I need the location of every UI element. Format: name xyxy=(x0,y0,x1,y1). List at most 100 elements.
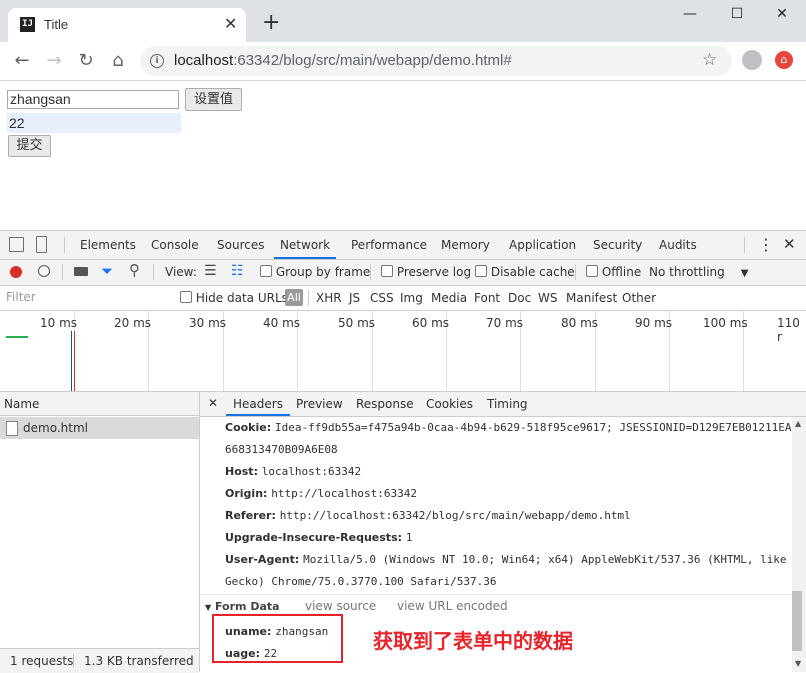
name-column-header[interactable]: Name xyxy=(0,392,199,416)
request-list: Name demo.html 1 requests 1.3 KB transfe… xyxy=(0,392,200,673)
timeline-tick-label: 70 ms xyxy=(486,316,524,330)
type-filter-font[interactable]: Font xyxy=(474,291,500,305)
request-waterfall-bar xyxy=(6,336,28,338)
tab-sources[interactable]: Sources xyxy=(217,231,264,259)
tab-title: Title xyxy=(44,17,69,32)
type-filter-media[interactable]: Media xyxy=(431,291,467,305)
transferred-size: 1.3 KB transferred xyxy=(84,654,194,668)
header-row-cookie: Cookie: Idea-ff9db55a=f475a94b-0caa-4b94… xyxy=(225,421,792,434)
info-icon[interactable]: i xyxy=(150,54,164,68)
type-filter-manifest[interactable]: Manifest xyxy=(566,291,617,305)
profile-avatar[interactable] xyxy=(742,50,762,70)
tab-cookies[interactable]: Cookies xyxy=(426,397,473,411)
view-url-encoded-link[interactable]: view URL encoded xyxy=(397,599,508,613)
extension-icon[interactable]: ⌂ xyxy=(775,51,793,69)
minimize-button[interactable]: — xyxy=(670,6,710,28)
intellij-favicon-icon: IJ xyxy=(20,17,35,32)
scroll-up-icon[interactable]: ▲ xyxy=(795,419,801,428)
home-icon[interactable]: ⌂ xyxy=(106,50,130,72)
tab-application[interactable]: Application xyxy=(509,231,576,259)
record-icon[interactable] xyxy=(10,266,22,278)
uage-input[interactable]: 22 xyxy=(7,113,181,133)
document-file-icon xyxy=(6,421,18,436)
view-source-link[interactable]: view source xyxy=(305,599,376,613)
waterfall-icon[interactable]: ☷ xyxy=(231,263,244,279)
throttling-select[interactable]: No throttling ▼ xyxy=(649,265,748,279)
tab-timing[interactable]: Timing xyxy=(487,397,528,411)
timeline-tick-label: 20 ms xyxy=(114,316,152,330)
header-row-referer: Referer: http://localhost:63342/blog/src… xyxy=(225,509,631,522)
type-filter-js[interactable]: JS xyxy=(349,291,360,305)
offline-checkbox[interactable]: Offline xyxy=(586,265,641,279)
type-filter-xhr[interactable]: XHR xyxy=(316,291,342,305)
filter-funnel-icon[interactable]: ⏷ xyxy=(101,262,113,280)
group-by-frame-checkbox[interactable]: Group by frame xyxy=(260,265,370,279)
request-row[interactable]: demo.html xyxy=(0,417,199,439)
timeline-tick-label: 30 ms xyxy=(189,316,227,330)
type-filter-css[interactable]: CSS xyxy=(370,291,394,305)
timeline-tick-label: 10 ms xyxy=(40,316,78,330)
tab-headers[interactable]: Headers xyxy=(226,392,290,416)
hide-data-urls-checkbox[interactable]: Hide data URLs xyxy=(180,291,288,305)
header-row-user-agent-continued: Gecko) Chrome/75.0.3770.100 Safari/537.3… xyxy=(225,575,497,588)
type-filter-img[interactable]: Img xyxy=(400,291,423,305)
address-bar[interactable]: i localhost:63342/blog/src/main/webapp/d… xyxy=(140,46,732,76)
tab-response[interactable]: Response xyxy=(356,397,414,411)
close-window-button[interactable]: ✕ xyxy=(762,6,802,28)
preserve-log-checkbox[interactable]: Preserve log xyxy=(381,265,471,279)
large-rows-icon[interactable]: ☰ xyxy=(204,263,217,279)
section-divider xyxy=(200,594,792,595)
close-details-icon[interactable]: ✕ xyxy=(208,396,218,410)
network-timeline[interactable]: 10 ms 20 ms 30 ms 40 ms 50 ms 60 ms 70 m… xyxy=(0,311,806,392)
tab-security[interactable]: Security xyxy=(593,231,642,259)
url-text[interactable]: localhost:63342/blog/src/main/webapp/dem… xyxy=(174,52,512,69)
maximize-button[interactable]: ☐ xyxy=(717,6,757,28)
annotation-text: 获取到了表单中的数据 xyxy=(373,629,573,653)
tab-elements[interactable]: Elements xyxy=(80,231,136,259)
network-toolbar: ⏷ ⚲ View: ☰ ☷ Group by frame Preserve lo… xyxy=(0,260,806,286)
load-event-line xyxy=(74,331,75,391)
scroll-down-icon[interactable]: ▼ xyxy=(795,659,801,668)
type-filter-ws[interactable]: WS xyxy=(538,291,557,305)
url-host: localhost xyxy=(174,52,234,69)
type-filter-other[interactable]: Other xyxy=(622,291,656,305)
tab-preview[interactable]: Preview xyxy=(296,397,343,411)
submit-button[interactable]: 提交 xyxy=(8,135,51,157)
screenshot-camera-icon[interactable] xyxy=(74,267,88,276)
type-filter-all[interactable]: All xyxy=(285,289,303,306)
header-row-host: Host: localhost:63342 xyxy=(225,465,362,478)
reload-icon[interactable]: ↻ xyxy=(74,50,98,72)
bookmark-star-icon[interactable]: ☆ xyxy=(702,50,717,70)
disable-cache-checkbox[interactable]: Disable cache xyxy=(475,265,575,279)
tab-console[interactable]: Console xyxy=(151,231,199,259)
timeline-tick-label: 100 ms xyxy=(703,316,748,330)
timeline-tick-label: 40 ms xyxy=(263,316,301,330)
more-menu-icon[interactable]: ⋮ xyxy=(758,235,774,254)
search-icon[interactable]: ⚲ xyxy=(129,261,140,279)
divider xyxy=(73,654,74,668)
close-devtools-icon[interactable]: ✕ xyxy=(783,235,796,253)
uname-input[interactable]: zhangsan xyxy=(7,90,179,109)
type-filter-doc[interactable]: Doc xyxy=(508,291,531,305)
tab-network[interactable]: Network xyxy=(274,231,336,259)
clear-icon[interactable] xyxy=(38,265,50,277)
tab-performance[interactable]: Performance xyxy=(351,231,427,259)
divider xyxy=(744,237,745,253)
scrollbar-thumb[interactable] xyxy=(792,591,802,651)
filter-input[interactable]: Filter xyxy=(4,289,168,306)
new-tab-button[interactable]: + xyxy=(262,12,280,34)
tab-audits[interactable]: Audits xyxy=(659,231,697,259)
dropdown-arrow-icon: ▼ xyxy=(740,268,749,279)
tab-close-icon[interactable]: ✕ xyxy=(224,14,237,33)
back-arrow-icon[interactable]: ← xyxy=(10,50,34,72)
tab-memory[interactable]: Memory xyxy=(441,231,490,259)
request-count: 1 requests xyxy=(10,654,74,668)
timeline-tick-label: 50 ms xyxy=(338,316,376,330)
browser-tab[interactable]: IJ Title ✕ xyxy=(8,8,246,42)
form-data-section-header[interactable]: ▼ Form Data xyxy=(205,599,280,613)
set-value-button[interactable]: 设置值 xyxy=(185,88,242,111)
device-toolbar-icon[interactable] xyxy=(36,236,47,253)
forward-arrow-icon[interactable]: → xyxy=(42,50,66,72)
devtools-tab-bar: Elements Console Sources Network Perform… xyxy=(0,231,806,260)
inspect-element-icon[interactable] xyxy=(9,237,24,252)
